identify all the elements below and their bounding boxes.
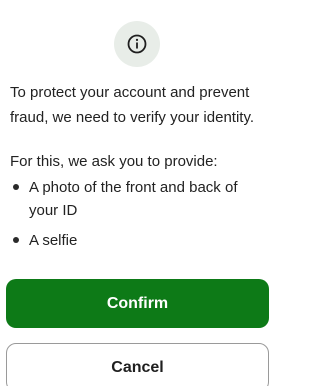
- info-icon-badge: [114, 21, 160, 67]
- info-icon: [127, 34, 147, 54]
- confirm-button-label: Confirm: [106, 294, 169, 312]
- cancel-button[interactable]: Cancel: [6, 343, 269, 386]
- requirement-selfie: A selfie: [10, 229, 260, 252]
- confirm-button[interactable]: Confirm: [6, 279, 269, 328]
- cancel-button-label: Cancel: [111, 358, 164, 376]
- requirement-label: A photo of the front and back of your ID: [29, 179, 238, 219]
- bullet-icon: [13, 237, 19, 243]
- bullet-icon: [13, 184, 19, 190]
- requirements-list: A photo of the front and back of your ID…: [10, 176, 260, 259]
- requirements-heading: For this, we ask you to provide:: [10, 153, 218, 170]
- verification-intro-text: To protect your account and prevent frau…: [10, 84, 255, 126]
- requirement-label: A selfie: [29, 232, 78, 249]
- requirement-id-photo: A photo of the front and back of your ID: [10, 176, 260, 222]
